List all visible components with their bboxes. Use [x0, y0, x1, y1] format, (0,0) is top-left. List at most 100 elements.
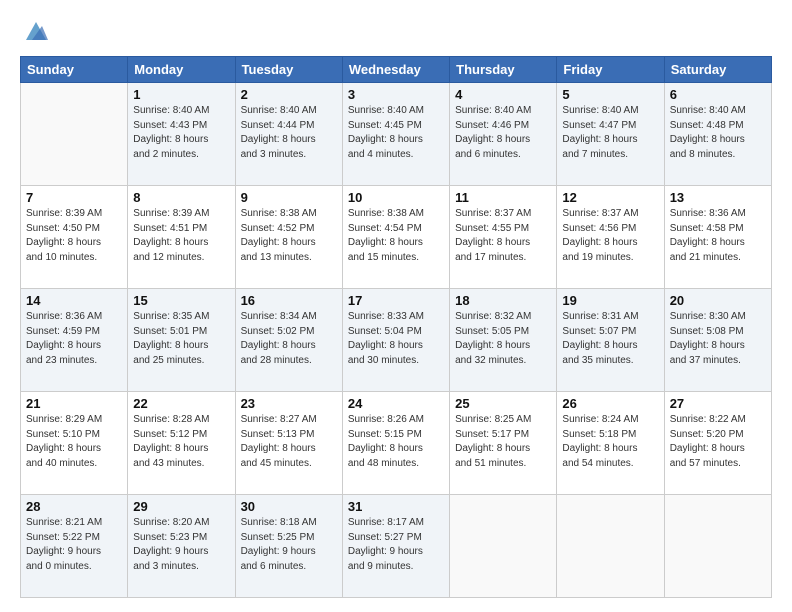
day-number: 22: [133, 396, 229, 411]
day-number: 29: [133, 499, 229, 514]
calendar-cell: [21, 83, 128, 186]
day-number: 11: [455, 190, 551, 205]
day-info: Sunrise: 8:26 AMSunset: 5:15 PMDaylight:…: [348, 413, 444, 471]
calendar-cell: 6 Sunrise: 8:40 AMSunset: 4:48 PMDaylight…: [664, 83, 771, 186]
calendar-cell: 28 Sunrise: 8:21 AMSunset: 5:22 PMDayligh…: [21, 495, 128, 598]
calendar-cell: 22 Sunrise: 8:28 AMSunset: 5:12 PMDayligh…: [128, 392, 235, 495]
calendar-cell: 10Sunrise: 8:38 AMSunset: 4:54 PMDayligh…: [342, 186, 449, 289]
calendar-cell: 16Sunrise: 8:34 AMSunset: 5:02 PMDayligh…: [235, 289, 342, 392]
calendar-table: SundayMondayTuesdayWednesdayThursdayFrid…: [20, 56, 772, 598]
day-info: Sunrise: 8:20 AMSunset: 5:23 PMDaylight:…: [133, 516, 229, 574]
day-number: 9: [241, 190, 337, 205]
day-number: 7: [26, 190, 122, 205]
calendar-cell: 18 Sunrise: 8:32 AMSunset: 5:05 PMDayligh…: [450, 289, 557, 392]
day-info: Sunrise: 8:39 AMSunset: 4:50 PMDaylight:…: [26, 207, 122, 265]
calendar-week-row: 1 Sunrise: 8:40 AMSunset: 4:43 PMDaylight…: [21, 83, 772, 186]
day-info: Sunrise: 8:32 AMSunset: 5:05 PMDaylight:…: [455, 310, 551, 368]
calendar-cell: 29 Sunrise: 8:20 AMSunset: 5:23 PMDayligh…: [128, 495, 235, 598]
day-info: Sunrise: 8:33 AMSunset: 5:04 PMDaylight:…: [348, 310, 444, 368]
day-number: 4: [455, 87, 551, 102]
day-number: 30: [241, 499, 337, 514]
calendar-cell: 25 Sunrise: 8:25 AMSunset: 5:17 PMDayligh…: [450, 392, 557, 495]
day-number: 25: [455, 396, 551, 411]
calendar-cell: 11 Sunrise: 8:37 AMSunset: 4:55 PMDayligh…: [450, 186, 557, 289]
day-number: 17: [348, 293, 444, 308]
day-number: 6: [670, 87, 766, 102]
day-info: Sunrise: 8:40 AMSunset: 4:47 PMDaylight:…: [562, 104, 658, 162]
calendar-cell: 30 Sunrise: 8:18 AMSunset: 5:25 PMDayligh…: [235, 495, 342, 598]
day-number: 18: [455, 293, 551, 308]
day-number: 15: [133, 293, 229, 308]
day-info: Sunrise: 8:21 AMSunset: 5:22 PMDaylight:…: [26, 516, 122, 574]
calendar-cell: [557, 495, 664, 598]
day-number: 2: [241, 87, 337, 102]
calendar-cell: 21Sunrise: 8:29 AMSunset: 5:10 PMDayligh…: [21, 392, 128, 495]
day-number: 13: [670, 190, 766, 205]
logo-icon: [22, 18, 50, 46]
day-info: Sunrise: 8:22 AMSunset: 5:20 PMDaylight:…: [670, 413, 766, 471]
day-number: 5: [562, 87, 658, 102]
calendar-cell: 13 Sunrise: 8:36 AMSunset: 4:58 PMDayligh…: [664, 186, 771, 289]
calendar-cell: [450, 495, 557, 598]
day-info: Sunrise: 8:40 AMSunset: 4:45 PMDaylight:…: [348, 104, 444, 162]
calendar-week-row: 14Sunrise: 8:36 AMSunset: 4:59 PMDayligh…: [21, 289, 772, 392]
calendar-cell: 5 Sunrise: 8:40 AMSunset: 4:47 PMDaylight…: [557, 83, 664, 186]
weekday-header-monday: Monday: [128, 57, 235, 83]
calendar-cell: 17 Sunrise: 8:33 AMSunset: 5:04 PMDayligh…: [342, 289, 449, 392]
day-info: Sunrise: 8:17 AMSunset: 5:27 PMDaylight:…: [348, 516, 444, 574]
calendar-cell: 31 Sunrise: 8:17 AMSunset: 5:27 PMDayligh…: [342, 495, 449, 598]
calendar-cell: 1 Sunrise: 8:40 AMSunset: 4:43 PMDaylight…: [128, 83, 235, 186]
weekday-header-friday: Friday: [557, 57, 664, 83]
day-info: Sunrise: 8:40 AMSunset: 4:48 PMDaylight:…: [670, 104, 766, 162]
calendar-cell: 23Sunrise: 8:27 AMSunset: 5:13 PMDayligh…: [235, 392, 342, 495]
calendar-cell: 7 Sunrise: 8:39 AMSunset: 4:50 PMDaylight…: [21, 186, 128, 289]
day-info: Sunrise: 8:31 AMSunset: 5:07 PMDaylight:…: [562, 310, 658, 368]
day-info: Sunrise: 8:40 AMSunset: 4:44 PMDaylight:…: [241, 104, 337, 162]
day-number: 19: [562, 293, 658, 308]
day-number: 20: [670, 293, 766, 308]
day-info: Sunrise: 8:34 AMSunset: 5:02 PMDaylight:…: [241, 310, 337, 368]
calendar-week-row: 28 Sunrise: 8:21 AMSunset: 5:22 PMDayligh…: [21, 495, 772, 598]
day-info: Sunrise: 8:38 AMSunset: 4:54 PMDaylight:…: [348, 207, 444, 265]
day-info: Sunrise: 8:28 AMSunset: 5:12 PMDaylight:…: [133, 413, 229, 471]
day-number: 26: [562, 396, 658, 411]
calendar-cell: 24Sunrise: 8:26 AMSunset: 5:15 PMDayligh…: [342, 392, 449, 495]
weekday-header-sunday: Sunday: [21, 57, 128, 83]
calendar-week-row: 21Sunrise: 8:29 AMSunset: 5:10 PMDayligh…: [21, 392, 772, 495]
calendar-cell: 14Sunrise: 8:36 AMSunset: 4:59 PMDayligh…: [21, 289, 128, 392]
day-info: Sunrise: 8:40 AMSunset: 4:46 PMDaylight:…: [455, 104, 551, 162]
day-number: 1: [133, 87, 229, 102]
day-number: 12: [562, 190, 658, 205]
header: [20, 18, 772, 46]
day-number: 3: [348, 87, 444, 102]
day-info: Sunrise: 8:40 AMSunset: 4:43 PMDaylight:…: [133, 104, 229, 162]
day-info: Sunrise: 8:35 AMSunset: 5:01 PMDaylight:…: [133, 310, 229, 368]
day-number: 8: [133, 190, 229, 205]
calendar-cell: 8 Sunrise: 8:39 AMSunset: 4:51 PMDaylight…: [128, 186, 235, 289]
weekday-header-row: SundayMondayTuesdayWednesdayThursdayFrid…: [21, 57, 772, 83]
day-info: Sunrise: 8:37 AMSunset: 4:55 PMDaylight:…: [455, 207, 551, 265]
calendar-cell: 4 Sunrise: 8:40 AMSunset: 4:46 PMDaylight…: [450, 83, 557, 186]
calendar-cell: 26Sunrise: 8:24 AMSunset: 5:18 PMDayligh…: [557, 392, 664, 495]
day-info: Sunrise: 8:39 AMSunset: 4:51 PMDaylight:…: [133, 207, 229, 265]
day-info: Sunrise: 8:38 AMSunset: 4:52 PMDaylight:…: [241, 207, 337, 265]
weekday-header-saturday: Saturday: [664, 57, 771, 83]
day-number: 28: [26, 499, 122, 514]
day-number: 21: [26, 396, 122, 411]
calendar-cell: 2 Sunrise: 8:40 AMSunset: 4:44 PMDaylight…: [235, 83, 342, 186]
day-info: Sunrise: 8:25 AMSunset: 5:17 PMDaylight:…: [455, 413, 551, 471]
day-number: 23: [241, 396, 337, 411]
calendar-cell: 19 Sunrise: 8:31 AMSunset: 5:07 PMDayligh…: [557, 289, 664, 392]
day-info: Sunrise: 8:37 AMSunset: 4:56 PMDaylight:…: [562, 207, 658, 265]
weekday-header-wednesday: Wednesday: [342, 57, 449, 83]
calendar-week-row: 7 Sunrise: 8:39 AMSunset: 4:50 PMDaylight…: [21, 186, 772, 289]
calendar-cell: 12 Sunrise: 8:37 AMSunset: 4:56 PMDayligh…: [557, 186, 664, 289]
day-info: Sunrise: 8:36 AMSunset: 4:58 PMDaylight:…: [670, 207, 766, 265]
day-info: Sunrise: 8:18 AMSunset: 5:25 PMDaylight:…: [241, 516, 337, 574]
calendar-cell: 9 Sunrise: 8:38 AMSunset: 4:52 PMDaylight…: [235, 186, 342, 289]
page: SundayMondayTuesdayWednesdayThursdayFrid…: [0, 0, 792, 612]
day-number: 31: [348, 499, 444, 514]
logo: [20, 18, 50, 46]
calendar-cell: 3 Sunrise: 8:40 AMSunset: 4:45 PMDaylight…: [342, 83, 449, 186]
calendar-cell: 27Sunrise: 8:22 AMSunset: 5:20 PMDayligh…: [664, 392, 771, 495]
